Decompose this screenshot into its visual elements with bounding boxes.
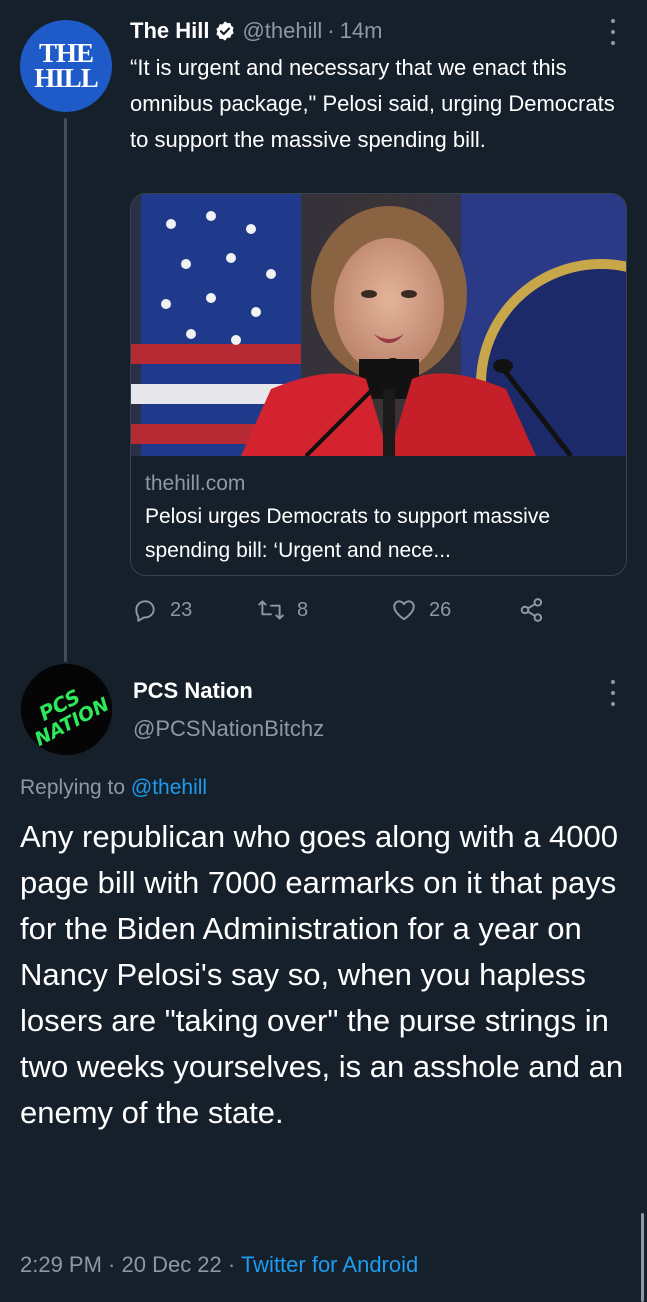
card-image-pelosi-photo — [131, 194, 626, 456]
tweet-action-bar: 23 8 26 — [130, 593, 560, 627]
card-title: Pelosi urges Democrats to support massiv… — [145, 505, 550, 562]
replying-mention-link[interactable]: @thehill — [131, 776, 207, 799]
reply-display-name[interactable]: PCS Nation — [133, 678, 253, 704]
more-options-icon[interactable] — [609, 680, 617, 706]
link-preview-card[interactable]: thehill.com Pelosi urges Democrats to su… — [130, 193, 627, 576]
tweet-metadata: 2:29 PM · 20 Dec 22 · Twitter for Androi… — [20, 1252, 418, 1278]
retweet-count: 8 — [297, 598, 309, 621]
replying-prefix: Replying to — [20, 776, 126, 799]
reply-icon — [135, 600, 155, 622]
reply-count: 23 — [170, 598, 193, 621]
retweet-button[interactable]: 8 — [257, 593, 308, 627]
card-domain: thehill.com — [145, 472, 246, 495]
retweet-icon — [258, 600, 284, 620]
pcs-nation-avatar[interactable]: PCS NATION — [21, 664, 112, 755]
tweet-source-link[interactable]: Twitter for Android — [241, 1252, 418, 1277]
share-button[interactable] — [518, 593, 546, 627]
reply-tweet-text: Any republican who goes along with a 400… — [20, 819, 624, 1130]
avatar-logo-line-2: HILL — [34, 63, 99, 93]
scrollbar-thumb[interactable] — [641, 1213, 644, 1302]
reply-handle[interactable]: @PCSNationBitchz — [133, 716, 324, 742]
replying-to-line: Replying to @thehill — [20, 776, 207, 800]
parent-handle[interactable]: @thehill — [242, 18, 322, 44]
parent-timestamp[interactable]: 14m — [340, 18, 383, 44]
thehill-avatar[interactable]: THE HILL — [20, 20, 112, 112]
like-button[interactable]: 26 — [391, 593, 451, 627]
tweet-thread: THE HILL The Hill @thehill · 14m “It is … — [0, 0, 647, 1302]
header-separator: · — [327, 18, 335, 43]
verified-badge-icon — [214, 20, 236, 42]
share-icon — [520, 598, 543, 622]
reply-button[interactable]: 23 — [132, 593, 192, 627]
tweet-timestamp[interactable]: 2:29 PM · 20 Dec 22 · — [20, 1252, 241, 1277]
pcs-nation-logo: PCS NATION — [21, 664, 112, 755]
parent-tweet-text: “It is urgent and necessary that we enac… — [130, 55, 615, 152]
like-icon — [393, 600, 415, 621]
parent-tweet-header: The Hill @thehill · 14m — [130, 14, 627, 48]
thread-connector-line — [64, 118, 67, 662]
like-count: 26 — [429, 598, 452, 621]
more-options-icon[interactable] — [609, 19, 617, 45]
parent-display-name[interactable]: The Hill — [130, 18, 209, 44]
